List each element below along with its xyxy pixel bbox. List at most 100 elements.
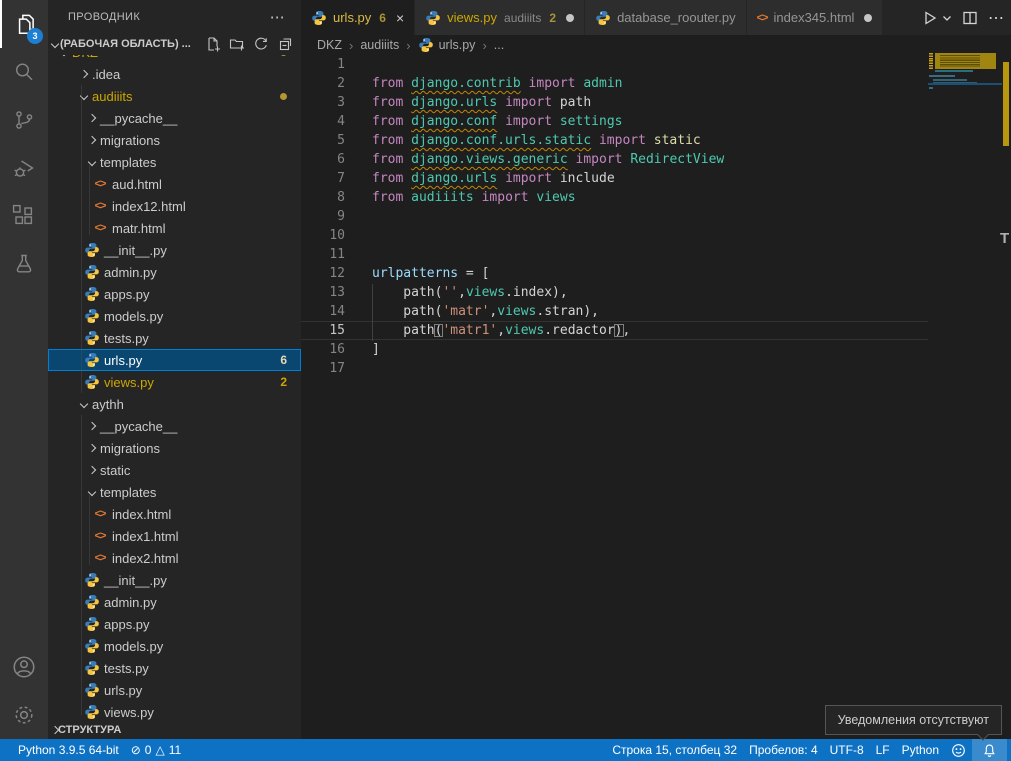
tree-item-label: index12.html xyxy=(112,199,186,214)
tree-file-urls-py[interactable]: urls.py xyxy=(48,679,301,701)
code-line-3[interactable]: 3from django.urls import path xyxy=(301,93,928,112)
tree-folder--idea[interactable]: .idea xyxy=(48,63,301,85)
tab-database-roouter-py[interactable]: database_roouter.py xyxy=(585,0,746,35)
code-line-6[interactable]: 6from django.views.generic import Redire… xyxy=(301,150,928,169)
tree-folder--pycache-[interactable]: __pycache__ xyxy=(48,415,301,437)
code-line-11[interactable]: 11 xyxy=(301,245,928,264)
activity-item-testing[interactable] xyxy=(0,240,48,288)
outline-section-header[interactable]: СТРУКТУРА xyxy=(48,722,301,738)
code-line-8[interactable]: 8from audiiits import views xyxy=(301,188,928,207)
line-number: 3 xyxy=(301,95,345,110)
close-icon[interactable]: × xyxy=(396,10,404,26)
activity-item-source-control[interactable] xyxy=(0,96,48,144)
workspace-section-header[interactable]: (РАБОЧАЯ ОБЛАСТЬ) ... xyxy=(48,33,301,55)
tree-file-apps-py[interactable]: apps.py xyxy=(48,283,301,305)
code-line-5[interactable]: 5from django.conf.urls.static import sta… xyxy=(301,131,928,150)
tree-folder-templates[interactable]: templates xyxy=(48,151,301,173)
breadcrumb-item-dkz[interactable]: DKZ xyxy=(317,38,342,52)
python-file-icon xyxy=(418,37,434,53)
sidebar-more-actions-button[interactable]: ⋯ xyxy=(266,8,289,26)
tree-file-index1-html[interactable]: <>index1.html xyxy=(48,525,301,547)
status-cursor-position[interactable]: Строка 15, столбец 32 xyxy=(606,739,743,761)
minimap[interactable] xyxy=(928,50,1000,710)
line-number: 16 xyxy=(301,342,345,357)
tree-folder--pycache-[interactable]: __pycache__ xyxy=(48,107,301,129)
activity-item-search[interactable] xyxy=(0,48,48,96)
tree-file-index-html[interactable]: <>index.html xyxy=(48,503,301,525)
tree-folder-aythh[interactable]: aythh xyxy=(48,393,301,415)
tree-file-tests-py[interactable]: tests.py xyxy=(48,327,301,349)
code-line-12[interactable]: 12urlpatterns = [ xyxy=(301,264,928,283)
code-line-17[interactable]: 17 xyxy=(301,359,928,378)
code-line-2[interactable]: 2from django.contrib import admin xyxy=(301,74,928,93)
tab-views-py[interactable]: views.pyaudiiits2 xyxy=(415,0,584,35)
code-line-7[interactable]: 7from django.urls import include xyxy=(301,169,928,188)
code-line-9[interactable]: 9 xyxy=(301,207,928,226)
tree-file-apps-py[interactable]: apps.py xyxy=(48,613,301,635)
tab-label: urls.py xyxy=(333,10,371,25)
status-language-mode[interactable]: Python xyxy=(896,739,945,761)
tree-file-aud-html[interactable]: <>aud.html xyxy=(48,173,301,195)
tree-file-admin-py[interactable]: admin.py xyxy=(48,261,301,283)
status-python-interpreter[interactable]: Python 3.9.5 64-bit xyxy=(12,739,125,761)
new-file-icon[interactable] xyxy=(205,36,221,52)
more-actions-button[interactable]: ⋯ xyxy=(988,8,1005,28)
new-folder-icon[interactable] xyxy=(229,36,245,52)
code-line-10[interactable]: 10 xyxy=(301,226,928,245)
unsaved-dot-icon[interactable] xyxy=(566,14,574,22)
tab-problems-badge: 6 xyxy=(379,11,386,25)
status-encoding[interactable]: UTF-8 xyxy=(824,739,870,761)
tree-item-label: DKZ xyxy=(72,55,98,60)
code-line-1[interactable]: 1 xyxy=(301,55,928,74)
tree-file-tests-py[interactable]: tests.py xyxy=(48,657,301,679)
activity-item-run-and-debug[interactable] xyxy=(0,144,48,192)
breadcrumb-item--[interactable]: ... xyxy=(494,38,504,52)
breadcrumb-item-audiiits[interactable]: audiiits xyxy=(360,38,399,52)
notifications-bell-button[interactable] xyxy=(972,739,1007,761)
tree-folder-static[interactable]: static xyxy=(48,459,301,481)
status-indentation[interactable]: Пробелов: 4 xyxy=(743,739,824,761)
tree-file-index12-html[interactable]: <>index12.html xyxy=(48,195,301,217)
tree-item-label: migrations xyxy=(100,133,160,148)
tree-file-urls-py[interactable]: urls.py6 xyxy=(48,349,301,371)
python-file-icon xyxy=(595,10,611,26)
code-line-14[interactable]: 14 path('matr',views.stran), xyxy=(301,302,928,321)
tree-folder-audiiits[interactable]: audiiits xyxy=(48,85,301,107)
tree-folder-migrations[interactable]: migrations xyxy=(48,129,301,151)
run-dropdown-button[interactable] xyxy=(942,13,952,23)
code-line-16[interactable]: 16] xyxy=(301,340,928,359)
activity-item-manage[interactable] xyxy=(0,691,48,739)
breadcrumb-item-urls-py[interactable]: urls.py xyxy=(418,37,476,53)
tab-urls-py[interactable]: urls.py 6 × xyxy=(301,0,414,35)
tree-folder-migrations[interactable]: migrations xyxy=(48,437,301,459)
tree-folder-templates[interactable]: templates xyxy=(48,481,301,503)
unsaved-dot-icon[interactable] xyxy=(864,14,872,22)
run-python-file-button[interactable] xyxy=(922,10,938,26)
tree-file-models-py[interactable]: models.py xyxy=(48,635,301,657)
code-line-13[interactable]: 13 path('',views.index), xyxy=(301,283,928,302)
tree-file-matr-html[interactable]: <>matr.html xyxy=(48,217,301,239)
python-file-icon xyxy=(84,352,100,368)
code-editor[interactable]: 12from django.contrib import admin3from … xyxy=(301,55,928,378)
tree-file-views-py[interactable]: views.py2 xyxy=(48,371,301,393)
code-line-4[interactable]: 4from django.conf import settings xyxy=(301,112,928,131)
tree-file-admin-py[interactable]: admin.py xyxy=(48,591,301,613)
tree-folder-dkz[interactable]: DKZ xyxy=(48,55,301,63)
tree-file-views-py[interactable]: views.py xyxy=(48,701,301,722)
split-editor-button[interactable] xyxy=(962,10,978,26)
activity-item-explorer[interactable]: 3 xyxy=(0,0,48,48)
activity-item-accounts[interactable] xyxy=(0,643,48,691)
feedback-smiley-button[interactable] xyxy=(945,739,972,761)
code-line-15[interactable]: 15 path('matr1',views.redactor), xyxy=(301,321,928,340)
tree-file-models-py[interactable]: models.py xyxy=(48,305,301,327)
activity-item-extensions[interactable] xyxy=(0,192,48,240)
tab-index345-html[interactable]: <>index345.html xyxy=(747,0,883,35)
status-problems[interactable]: ⊘0△11 xyxy=(125,739,187,761)
overview-ruler[interactable] xyxy=(1001,48,1011,739)
tree-file--init-py[interactable]: __init__.py xyxy=(48,569,301,591)
status-eol[interactable]: LF xyxy=(870,739,896,761)
tree-file-index2-html[interactable]: <>index2.html xyxy=(48,547,301,569)
collapse-all-icon[interactable] xyxy=(277,36,293,52)
refresh-icon[interactable] xyxy=(253,36,269,52)
tree-file--init-py[interactable]: __init__.py xyxy=(48,239,301,261)
